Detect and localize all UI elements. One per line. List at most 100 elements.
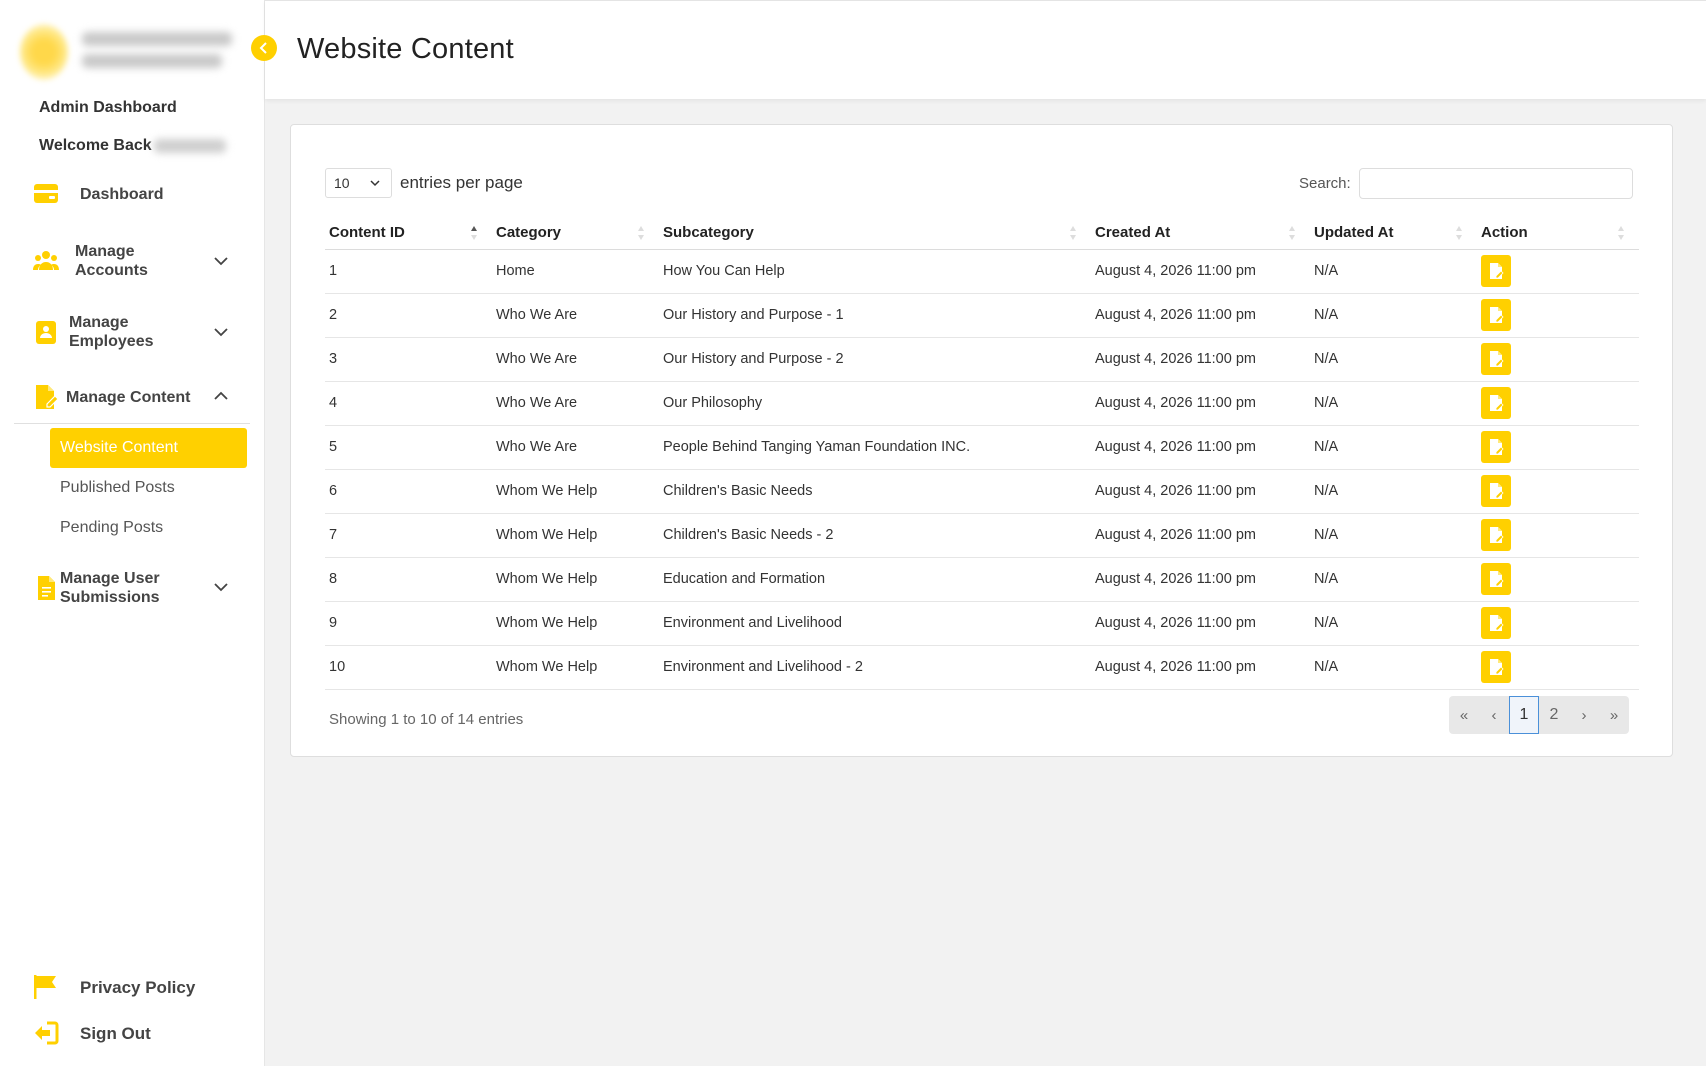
table-row: 9 Whom We Help Environment and Livelihood A… [325, 601, 1639, 646]
sidebar-item-manage-employees[interactable]: Manage Employees [32, 313, 153, 351]
chevron-down-icon[interactable] [212, 323, 230, 341]
chevron-down-icon[interactable] [212, 578, 230, 596]
edit-icon [1490, 439, 1504, 455]
column-header-created-at[interactable]: Created At [1091, 216, 1310, 250]
label-line: Employees [69, 333, 154, 350]
cell-subcategory: How You Can Help [659, 249, 1091, 294]
sidebar-item-sign-out[interactable]: Sign Out [32, 1019, 151, 1047]
search-input[interactable] [1358, 168, 1633, 199]
cell-created-at: August 4, 2026 11:00 pm [1091, 513, 1310, 558]
pagination-prev-button[interactable]: ‹ [1479, 696, 1509, 734]
entries-label: entries per page [400, 173, 523, 192]
brand-logo [20, 24, 68, 80]
content-table: Content ID Category Subcategory Created … [325, 216, 1639, 690]
cell-subcategory: Environment and Livelihood - 2 [659, 645, 1091, 690]
edit-button[interactable] [1481, 519, 1511, 551]
column-label: Action [1481, 223, 1528, 241]
cell-created-at: August 4, 2026 11:00 pm [1091, 557, 1310, 602]
collapse-sidebar-button[interactable] [251, 35, 277, 61]
chevron-down-icon [370, 180, 380, 187]
column-header-category[interactable]: Category [492, 216, 659, 250]
column-header-action[interactable]: Action [1477, 216, 1639, 250]
sidebar-item-manage-user-submissions[interactable]: Manage User Submissions [32, 569, 160, 607]
edit-button[interactable] [1481, 651, 1511, 683]
sidebar-subitem-published-posts[interactable]: Published Posts [50, 468, 247, 508]
cell-action [1477, 381, 1639, 426]
column-header-updated-at[interactable]: Updated At [1310, 216, 1477, 250]
chevron-up-icon[interactable] [212, 387, 230, 405]
cell-action [1477, 425, 1639, 470]
table-row: 10 Whom We Help Environment and Livelihood… [325, 645, 1639, 690]
cell-updated-at: N/A [1310, 645, 1477, 690]
edit-button[interactable] [1481, 343, 1511, 375]
sidebar-item-privacy-policy[interactable]: Privacy Policy [32, 973, 195, 1001]
cell-content-id: 8 [325, 557, 492, 602]
cell-updated-at: N/A [1310, 513, 1477, 558]
label-line: Manage User [60, 570, 160, 587]
sort-icon [1070, 226, 1076, 240]
cell-content-id: 3 [325, 337, 492, 382]
cell-created-at: August 4, 2026 11:00 pm [1091, 337, 1310, 382]
cell-created-at: August 4, 2026 11:00 pm [1091, 469, 1310, 514]
pagination-first-button[interactable]: « [1449, 696, 1479, 734]
page-title: Website Content [297, 33, 514, 65]
column-header-content-id[interactable]: Content ID [325, 216, 492, 250]
edit-button[interactable] [1481, 387, 1511, 419]
cell-content-id: 6 [325, 469, 492, 514]
sidebar-item-manage-content[interactable]: Manage Content [32, 383, 190, 411]
edit-button[interactable] [1481, 475, 1511, 507]
pagination: « ‹ 1 2 › » [1449, 696, 1629, 734]
users-icon [32, 247, 60, 275]
brand[interactable] [20, 20, 240, 86]
sort-icon [471, 226, 477, 240]
cell-updated-at: N/A [1310, 425, 1477, 470]
sort-icon [1618, 226, 1624, 240]
pagination-next-button[interactable]: › [1569, 696, 1599, 734]
sidebar: Admin Dashboard Welcome Back Dashboard M… [0, 0, 265, 1066]
sign-out-icon [32, 1019, 60, 1047]
edit-button[interactable] [1481, 431, 1511, 463]
table-row: 2 Who We Are Our History and Purpose - 1 Au… [325, 293, 1639, 338]
edit-button[interactable] [1481, 299, 1511, 331]
pagination-last-button[interactable]: » [1599, 696, 1629, 734]
cell-updated-at: N/A [1310, 469, 1477, 514]
edit-icon [1490, 571, 1504, 587]
chevron-down-icon[interactable] [212, 252, 230, 270]
pagination-page-1[interactable]: 1 [1509, 696, 1539, 734]
pagination-page-2[interactable]: 2 [1539, 696, 1569, 734]
sidebar-item-manage-accounts[interactable]: Manage Accounts [32, 242, 148, 280]
sidebar-item-dashboard[interactable]: Dashboard [32, 180, 164, 208]
sidebar-item-label: Privacy Policy [80, 977, 196, 997]
sidebar-item-label: Sign Out [80, 1023, 151, 1043]
cell-updated-at: N/A [1310, 601, 1477, 646]
search-area: Search: [1299, 168, 1633, 199]
cell-content-id: 1 [325, 249, 492, 294]
id-badge-icon [32, 318, 60, 346]
sidebar-subitem-website-content[interactable]: Website Content [50, 428, 247, 468]
edit-button[interactable] [1481, 255, 1511, 287]
column-label: Subcategory [663, 223, 754, 241]
sidebar-divider [14, 423, 250, 424]
admin-dashboard-title: Admin Dashboard [39, 99, 177, 116]
column-label: Content ID [329, 223, 405, 241]
column-header-subcategory[interactable]: Subcategory [659, 216, 1091, 250]
table-row: 3 Who We Are Our History and Purpose - 2 Au… [325, 337, 1639, 382]
column-label: Created At [1095, 223, 1171, 241]
edit-icon [1490, 659, 1504, 675]
edit-button[interactable] [1481, 607, 1511, 639]
entries-select[interactable]: 10 [325, 168, 392, 198]
sort-icon [1456, 226, 1462, 240]
table-row: 8 Whom We Help Education and Formation Augu… [325, 557, 1639, 602]
edit-icon [1490, 351, 1504, 367]
dashboard-icon [32, 180, 60, 208]
edit-icon [1490, 483, 1504, 499]
edit-icon [1490, 395, 1504, 411]
cell-content-id: 9 [325, 601, 492, 646]
edit-button[interactable] [1481, 563, 1511, 595]
cell-category: Who We Are [492, 381, 659, 426]
sidebar-subitem-pending-posts[interactable]: Pending Posts [50, 508, 247, 548]
cell-subcategory: Children's Basic Needs [659, 469, 1091, 514]
label-line: Manage [75, 243, 135, 260]
cell-updated-at: N/A [1310, 381, 1477, 426]
cell-action [1477, 249, 1639, 294]
